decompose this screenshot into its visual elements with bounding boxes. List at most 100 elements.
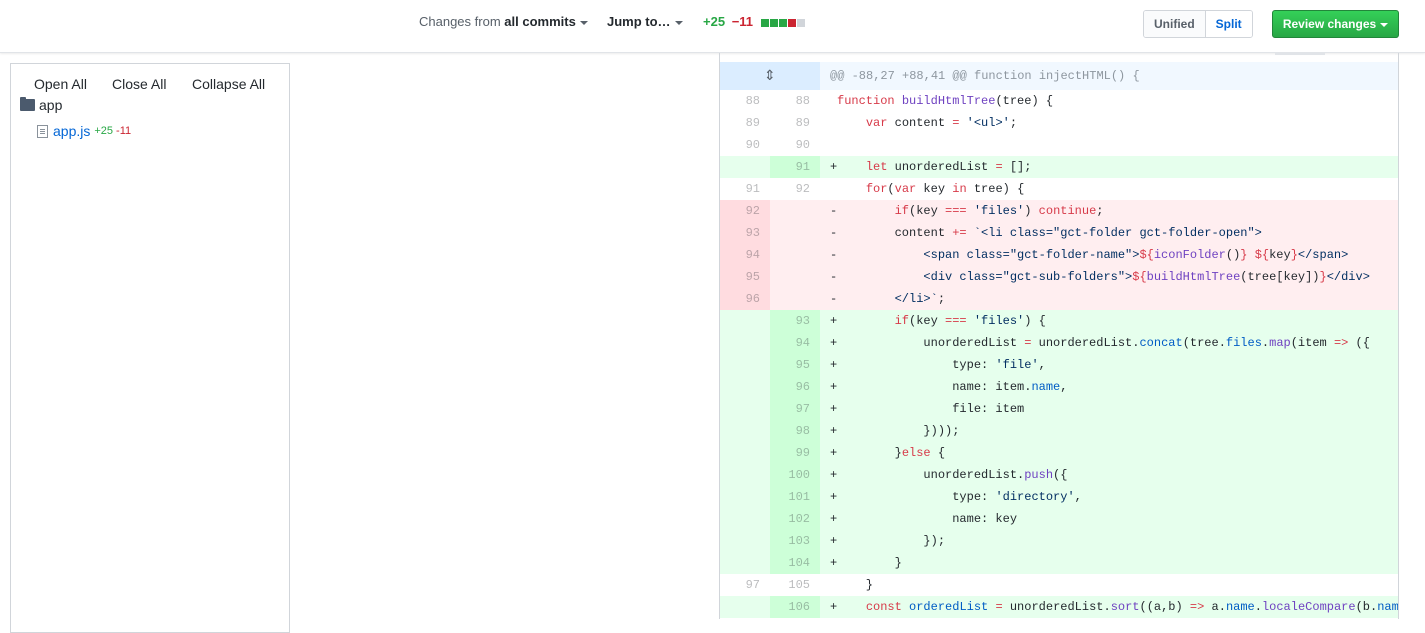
close-all-button[interactable]: Close All (112, 76, 166, 92)
code-text: </li>`; (837, 292, 946, 306)
code-text: }); (837, 534, 946, 548)
new-line-number[interactable]: 95 (770, 354, 820, 376)
new-line-number[interactable]: 103 (770, 530, 820, 552)
new-line-number[interactable]: 104 (770, 552, 820, 574)
old-line-number[interactable]: 93 (720, 222, 770, 244)
jump-label: Jump to… (607, 14, 671, 29)
diff-line: 89 89 var content = '<ul>'; (720, 112, 1398, 134)
changes-value: all commits (504, 14, 576, 29)
collapse-all-button[interactable]: Collapse All (192, 76, 265, 92)
changes-prefix: Changes from (419, 14, 501, 29)
new-line-number[interactable]: 91 (770, 156, 820, 178)
diff-line: 95- <div class="gct-sub-folders">${build… (720, 266, 1398, 288)
old-line-number[interactable]: 88 (720, 90, 770, 112)
diff-line: 103 + }); (720, 530, 1398, 552)
diff-line: 96 + name: item.name, (720, 376, 1398, 398)
split-view-button[interactable]: Split (1204, 11, 1252, 37)
code-text: type: 'file', (837, 358, 1046, 372)
diff-line: 88 88 function buildHtmlTree(tree) { (720, 90, 1398, 112)
new-line-number[interactable]: 93 (770, 310, 820, 332)
diff-rows: 88 88 function buildHtmlTree(tree) {89 89 … (720, 90, 1399, 618)
diff-line: 97 + file: item (720, 398, 1398, 420)
old-line-number[interactable]: 97 (720, 574, 770, 596)
diffstat-block (760, 19, 769, 27)
tree-file-app-js[interactable]: app.js +25 -11 (37, 123, 131, 139)
new-line-number[interactable]: 105 (770, 574, 820, 596)
diff-line: 94 + unorderedList = unorderedList.concat… (720, 332, 1398, 354)
new-line-number[interactable]: 92 (770, 178, 820, 200)
unified-view-button[interactable]: Unified (1144, 11, 1205, 37)
diff-marker (830, 134, 837, 156)
diff-view: ⇕ @@ -88,27 +88,41 @@ function injectHTM… (719, 53, 1399, 619)
expand-area[interactable]: ⇕ (720, 62, 820, 90)
old-line-number[interactable]: 90 (720, 134, 770, 156)
code-text: unorderedList.push({ (837, 468, 1068, 482)
new-line-number[interactable]: 98 (770, 420, 820, 442)
code-text: for(var key in tree) { (865, 182, 1025, 196)
diff-line: 93 + if(key === 'files') { (720, 310, 1398, 332)
old-line-number[interactable]: 96 (720, 288, 770, 310)
diffstat-block (787, 19, 796, 27)
code-text: if(key === 'files') continue; (894, 204, 1104, 218)
new-line-number[interactable]: 94 (770, 332, 820, 354)
new-line-number[interactable]: 89 (770, 112, 820, 134)
diffstat-block (769, 19, 778, 27)
new-line-number[interactable]: 101 (770, 486, 820, 508)
new-line-number[interactable]: 100 (770, 464, 820, 486)
hunk-header: ⇕ @@ -88,27 +88,41 @@ function injectHTM… (720, 62, 1398, 90)
new-line-number[interactable]: 88 (770, 90, 820, 112)
diffstat-block (778, 19, 787, 27)
new-line-number[interactable]: 97 (770, 398, 820, 420)
new-line-number[interactable]: 96 (770, 376, 820, 398)
review-changes-button[interactable]: Review changes (1272, 10, 1399, 38)
file-tree-panel: Open All Close All Collapse All app app.… (10, 63, 290, 633)
diff-line: 100 + unorderedList.push({ (720, 464, 1398, 486)
old-line-number[interactable]: 95 (720, 266, 770, 288)
open-all-button[interactable]: Open All (34, 76, 87, 92)
new-line-number[interactable]: 106 (770, 596, 820, 618)
old-line-number[interactable]: 92 (720, 200, 770, 222)
code-text: <div class="gct-sub-folders">${buildHtml… (837, 270, 1370, 284)
old-line-number[interactable]: 94 (720, 244, 770, 266)
diffstat-blocks (760, 15, 806, 30)
diff-line: 93- content += `<li class="gct-folder gc… (720, 222, 1398, 244)
code-text: const orderedList = unorderedList.sort((… (865, 600, 1399, 614)
jump-to-dropdown[interactable]: Jump to… (607, 14, 683, 29)
new-line-number[interactable]: 102 (770, 508, 820, 530)
code-text: var content = '<ul>'; (865, 116, 1018, 130)
diff-line: 98 + }))); (720, 420, 1398, 442)
diff-line: 91 + let unorderedList = []; (720, 156, 1398, 178)
diff-stats: +25 −11 (703, 14, 806, 30)
divider (1275, 53, 1325, 55)
diff-line: 90 90 (720, 134, 1398, 156)
code-text: name: key (837, 512, 1018, 526)
code-text: }else { (837, 446, 946, 460)
folder-name: app (39, 97, 63, 113)
file-deletions: -11 (116, 125, 132, 137)
code-text: let unorderedList = []; (865, 160, 1032, 174)
code-text: name: item.name, (837, 380, 1068, 394)
old-line-number[interactable]: 89 (720, 112, 770, 134)
changes-from-dropdown[interactable]: Changes from all commits (419, 14, 588, 29)
diff-line: 106 + const orderedList = unorderedList.s… (720, 596, 1399, 618)
chevron-down-icon (1380, 22, 1389, 27)
code-text: <span class="gct-folder-name">${iconFold… (837, 248, 1349, 262)
old-line-number[interactable]: 91 (720, 178, 770, 200)
new-line-number[interactable]: 90 (770, 134, 820, 156)
new-line-number[interactable]: 99 (770, 442, 820, 464)
chevron-down-icon (579, 20, 588, 25)
diff-line: 95 + type: 'file', (720, 354, 1398, 376)
folder-icon (20, 97, 35, 111)
diff-line: 99 + }else { (720, 442, 1398, 464)
file-name[interactable]: app.js (53, 123, 90, 139)
diff-line: 104 + } (720, 552, 1398, 574)
diff-line: 96- </li>`; (720, 288, 1398, 310)
review-label: Review changes (1282, 17, 1377, 31)
code-text: if(key === 'files') { (894, 314, 1046, 328)
diff-line: 94- <span class="gct-folder-name">${icon… (720, 244, 1398, 266)
code-text: unorderedList = unorderedList.concat(tre… (837, 336, 1370, 350)
deletions-count: −11 (731, 14, 754, 29)
view-toggle: Unified Split (1143, 10, 1253, 38)
tree-folder-app[interactable]: app (20, 97, 62, 113)
expand-icon[interactable]: ⇕ (764, 68, 776, 84)
